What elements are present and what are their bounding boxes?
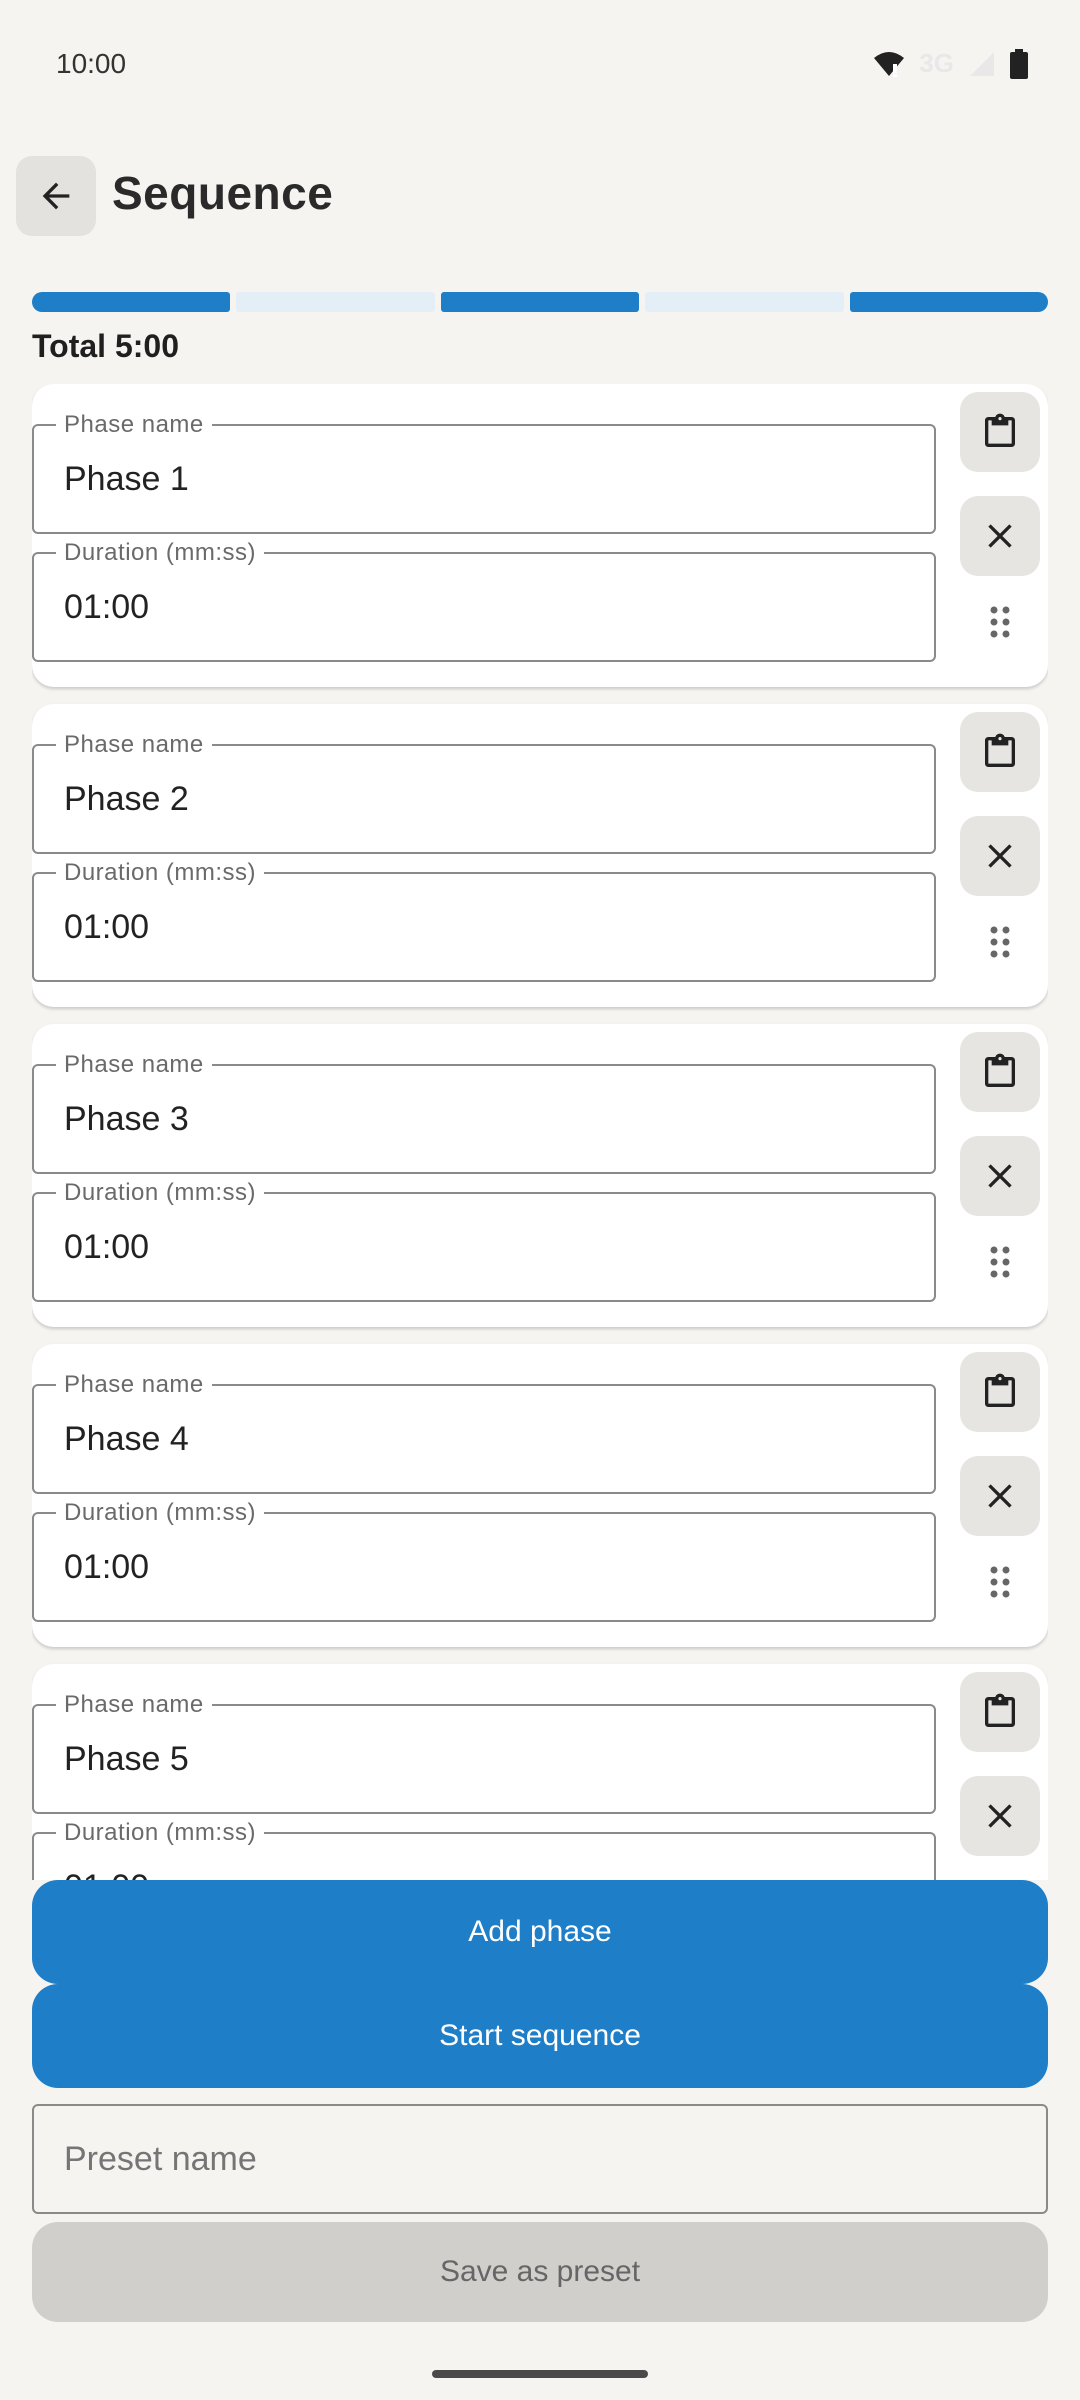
duration-label: Duration (mm:ss) — [56, 1819, 265, 1847]
phase-name-field[interactable]: Phase name Phase 2 — [32, 731, 936, 854]
duration-field[interactable]: Duration (mm:ss) 01:00 — [32, 539, 936, 662]
duration-value: 01:00 — [64, 588, 150, 626]
signal-icon — [970, 51, 994, 76]
close-icon — [988, 524, 1012, 548]
drag-handle-icon — [990, 606, 1010, 638]
phase-name-label: Phase name — [56, 1051, 212, 1079]
close-icon — [988, 1484, 1012, 1508]
clipboard-icon — [985, 1053, 1015, 1087]
phase-list[interactable]: Phase name Phase 1 Duration (mm:ss) 01:0… — [32, 384, 1048, 1880]
network-type-label: 3G — [919, 48, 954, 78]
duration-label: Duration (mm:ss) — [56, 1499, 265, 1527]
remove-phase-button[interactable] — [960, 1776, 1040, 1856]
duration-label: Duration (mm:ss) — [56, 1179, 265, 1207]
phase-name-label: Phase name — [56, 1371, 212, 1399]
arrow-back-icon — [42, 182, 70, 210]
phase-name-field[interactable]: Phase name Phase 3 — [32, 1051, 936, 1174]
drag-handle-icon — [990, 926, 1010, 958]
drag-handle-icon — [990, 1566, 1010, 1598]
phase-card: Phase name Phase 2 Duration (mm:ss) 01:0… — [32, 704, 1048, 1007]
status-time: 10:00 — [56, 48, 127, 79]
drag-handle[interactable] — [968, 602, 1032, 642]
total-duration: Total 5:00 — [32, 328, 179, 364]
phase-name-value: Phase 2 — [64, 780, 189, 818]
clipboard-icon — [985, 1693, 1015, 1727]
phase-name-field[interactable]: Phase name Phase 1 — [32, 411, 936, 534]
clipboard-icon — [985, 733, 1015, 767]
remove-phase-button[interactable] — [960, 496, 1040, 576]
wifi-icon — [874, 51, 905, 77]
add-phase-button[interactable]: Add phase — [32, 1880, 1048, 1984]
preset-name-input[interactable] — [32, 2104, 1048, 2214]
phase-name-label: Phase name — [56, 1691, 212, 1719]
duration-label: Duration (mm:ss) — [56, 539, 265, 567]
phase-name-field[interactable]: Phase name Phase 4 — [32, 1371, 936, 1494]
battery-icon — [1010, 48, 1028, 79]
clipboard-icon — [985, 413, 1015, 447]
paste-button[interactable] — [960, 712, 1040, 792]
progress-segment — [32, 292, 231, 312]
remove-phase-button[interactable] — [960, 1136, 1040, 1216]
phase-card: Phase name Phase 5 Duration (mm:ss) 01:0… — [32, 1664, 1048, 1880]
page-title: Sequence — [112, 167, 334, 219]
duration-value: 01:00 — [64, 1228, 150, 1266]
progress-segment — [645, 292, 844, 312]
phase-name-value: Phase 1 — [64, 460, 189, 498]
start-sequence-button[interactable]: Start sequence — [32, 1984, 1048, 2088]
drag-handle[interactable] — [968, 922, 1032, 962]
duration-value: 01:00 — [64, 908, 150, 946]
paste-button[interactable] — [960, 1032, 1040, 1112]
progress-segment — [440, 292, 640, 312]
remove-phase-button[interactable] — [960, 816, 1040, 896]
phase-name-label: Phase name — [56, 731, 212, 759]
paste-button[interactable] — [960, 392, 1040, 472]
drag-handle-icon — [990, 1246, 1010, 1278]
phase-name-label: Phase name — [56, 411, 212, 439]
back-button[interactable] — [16, 156, 96, 236]
phase-name-value: Phase 3 — [64, 1100, 189, 1138]
close-icon — [988, 1804, 1012, 1828]
save-preset-button[interactable]: Save as preset — [32, 2222, 1048, 2322]
phase-name-value: Phase 5 — [64, 1740, 189, 1778]
phase-card: Phase name Phase 3 Duration (mm:ss) 01:0… — [32, 1024, 1048, 1327]
status-bar: 10:00 3G — [0, 0, 1080, 130]
phase-name-value: Phase 4 — [64, 1420, 189, 1458]
paste-button[interactable] — [960, 1672, 1040, 1752]
phase-name-field[interactable]: Phase name Phase 5 — [32, 1691, 936, 1814]
phase-card: Phase name Phase 4 Duration (mm:ss) 01:0… — [32, 1344, 1048, 1647]
duration-field[interactable]: Duration (mm:ss) 01:00 — [32, 1819, 936, 1880]
duration-value: 01:00 — [64, 1868, 149, 1880]
duration-field[interactable]: Duration (mm:ss) 01:00 — [32, 1499, 936, 1622]
duration-field[interactable]: Duration (mm:ss) 01:00 — [32, 1179, 936, 1302]
phase-card: Phase name Phase 1 Duration (mm:ss) 01:0… — [32, 384, 1048, 687]
drag-handle[interactable] — [968, 1562, 1032, 1602]
status-icons: 3G — [873, 48, 1028, 79]
progress-segment — [849, 292, 1049, 312]
close-icon — [988, 844, 1012, 868]
paste-button[interactable] — [960, 1352, 1040, 1432]
drag-handle[interactable] — [968, 1242, 1032, 1282]
home-indicator[interactable] — [432, 2370, 648, 2378]
duration-value: 01:00 — [64, 1548, 150, 1586]
progress-segment — [236, 292, 435, 312]
duration-label: Duration (mm:ss) — [56, 859, 265, 887]
duration-field[interactable]: Duration (mm:ss) 01:00 — [32, 859, 936, 982]
remove-phase-button[interactable] — [960, 1456, 1040, 1536]
clipboard-icon — [985, 1373, 1015, 1407]
close-icon — [988, 1164, 1012, 1188]
sequence-progress-bar — [32, 292, 1049, 312]
